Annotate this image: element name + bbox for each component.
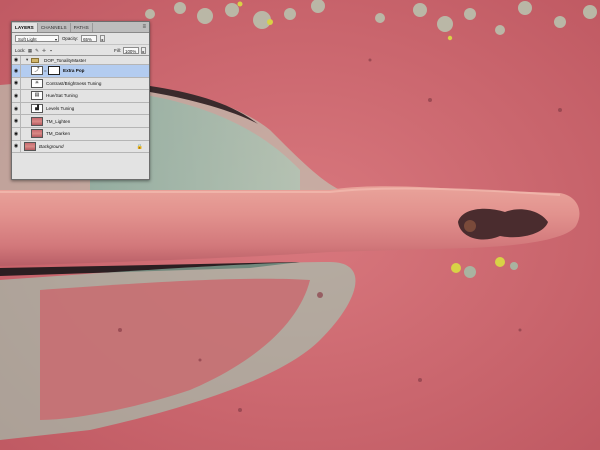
layer-thumbnail	[31, 129, 43, 139]
layer-row-tm-darken[interactable]: ◉ TM_Darken	[12, 127, 149, 141]
lock-position-icon[interactable]: ✛	[42, 48, 47, 53]
layer-mask-thumbnail	[48, 66, 60, 76]
layer-name: Extra Pop	[63, 68, 85, 74]
curves-icon: ⤴	[31, 66, 43, 76]
layer-row-hue-sat[interactable]: ◉ ▤ Hue/Sat Tuning	[12, 90, 149, 103]
layer-row-group[interactable]: ◉ ▾ DOP_TonalityMaster	[12, 56, 149, 65]
opacity-slider-toggle[interactable]: ▸	[100, 35, 106, 42]
visibility-eye-icon[interactable]: ◉	[12, 102, 21, 115]
panel-menu-icon[interactable]: ≡	[142, 23, 146, 31]
chevron-down-icon: ▾	[54, 37, 57, 42]
layer-list: ◉ ▾ DOP_TonalityMaster ◉ ⤴ ∞ Extra Pop ◉…	[12, 56, 149, 154]
hue-saturation-icon: ▤	[31, 91, 43, 101]
panel-tab-bar: LAYERS CHANNELS PATHS ≡	[12, 22, 149, 33]
fill-field[interactable]: 100%	[123, 46, 139, 54]
levels-icon: ▟	[31, 104, 43, 114]
link-icon: ∞	[44, 68, 47, 73]
layer-name: TM_Lighten	[46, 118, 71, 124]
visibility-eye-icon[interactable]: ◉	[12, 115, 21, 127]
layers-panel: LAYERS CHANNELS PATHS ≡ Soft Light ▾ Opa…	[11, 21, 150, 180]
layer-row-tm-lighten[interactable]: ◉ TM_Lighten	[12, 115, 149, 128]
layer-row-extra-pop[interactable]: ◉ ⤴ ∞ Extra Pop	[12, 65, 149, 78]
lock-transparent-icon[interactable]: ▦	[28, 48, 33, 53]
opacity-field[interactable]: 65%	[81, 35, 98, 42]
layer-name: Contrast/Brightness Tuning	[46, 80, 102, 86]
layer-name: DOP_TonalityMaster	[44, 57, 87, 63]
layer-name: Hue/Sat Tuning	[46, 93, 78, 99]
blend-mode-select[interactable]: Soft Light ▾	[15, 35, 59, 42]
layer-name: TM_Darken	[46, 131, 70, 137]
lock-row: Lock: ▦ ✎ ✛ ▪ Fill: 100% ▸	[12, 45, 149, 56]
layer-row-background[interactable]: ◉ Background 🔒	[12, 140, 149, 154]
fill-slider-toggle[interactable]: ▸	[141, 46, 146, 54]
blend-mode-value: Soft Light	[18, 37, 37, 42]
visibility-eye-icon[interactable]: ◉	[12, 140, 21, 153]
visibility-eye-icon[interactable]: ◉	[12, 90, 21, 102]
tab-layers[interactable]: LAYERS	[12, 23, 38, 32]
fill-label: Fill:	[114, 47, 121, 53]
layer-thumbnail	[31, 116, 43, 126]
layer-name: Background	[39, 143, 64, 149]
layer-row-contrast-brightness[interactable]: ◉ ☀ Contrast/Brightness Tuning	[12, 77, 149, 91]
visibility-eye-icon[interactable]: ◉	[12, 77, 21, 90]
layer-name: Levels Tuning	[46, 106, 75, 112]
tab-channels[interactable]: CHANNELS	[38, 23, 71, 32]
lock-label: Lock:	[15, 47, 26, 53]
lock-pixels-icon[interactable]: ✎	[35, 48, 40, 53]
layer-thumbnail	[24, 141, 36, 151]
lock-icon: 🔒	[136, 143, 143, 150]
layer-row-levels[interactable]: ◉ ▟ Levels Tuning	[12, 102, 149, 116]
brightness-contrast-icon: ☀	[31, 78, 43, 88]
opacity-label: Opacity:	[62, 36, 79, 41]
tab-paths[interactable]: PATHS	[71, 23, 93, 32]
visibility-eye-icon[interactable]: ◉	[12, 56, 21, 64]
blend-options-row: Soft Light ▾ Opacity: 65% ▸	[12, 33, 149, 45]
visibility-eye-icon[interactable]: ◉	[12, 127, 21, 140]
folder-icon	[31, 57, 39, 63]
lock-all-icon[interactable]: ▪	[49, 48, 54, 53]
visibility-eye-icon[interactable]: ◉	[12, 65, 21, 77]
